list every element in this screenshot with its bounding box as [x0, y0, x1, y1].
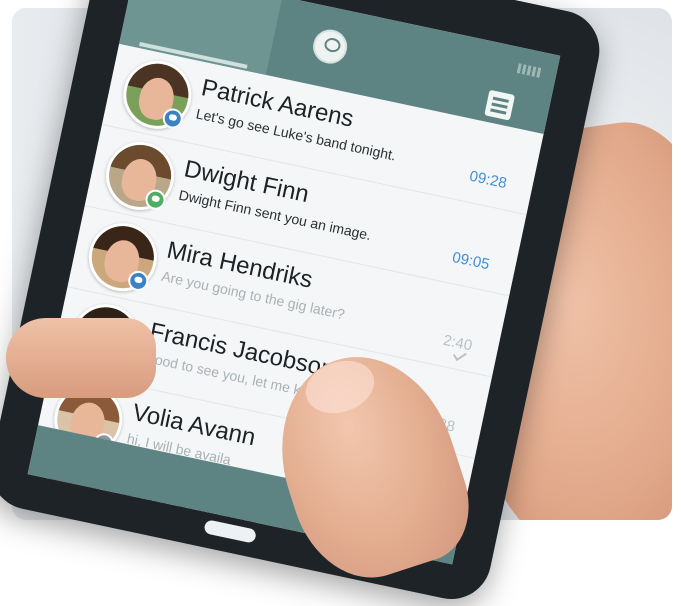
menu-icon-line [491, 102, 508, 109]
menu-icon-line [492, 96, 509, 103]
profile-icon[interactable] [309, 26, 351, 67]
left-finger [6, 318, 156, 398]
avatar[interactable] [99, 135, 181, 217]
avatar[interactable] [117, 54, 198, 136]
menu-icon-line [490, 108, 507, 115]
avatar[interactable] [82, 216, 164, 298]
signal-icon [516, 63, 543, 79]
message-time: 09:05 [450, 248, 491, 274]
menu-icon[interactable] [484, 89, 516, 121]
message-time: 09:28 [467, 167, 509, 193]
